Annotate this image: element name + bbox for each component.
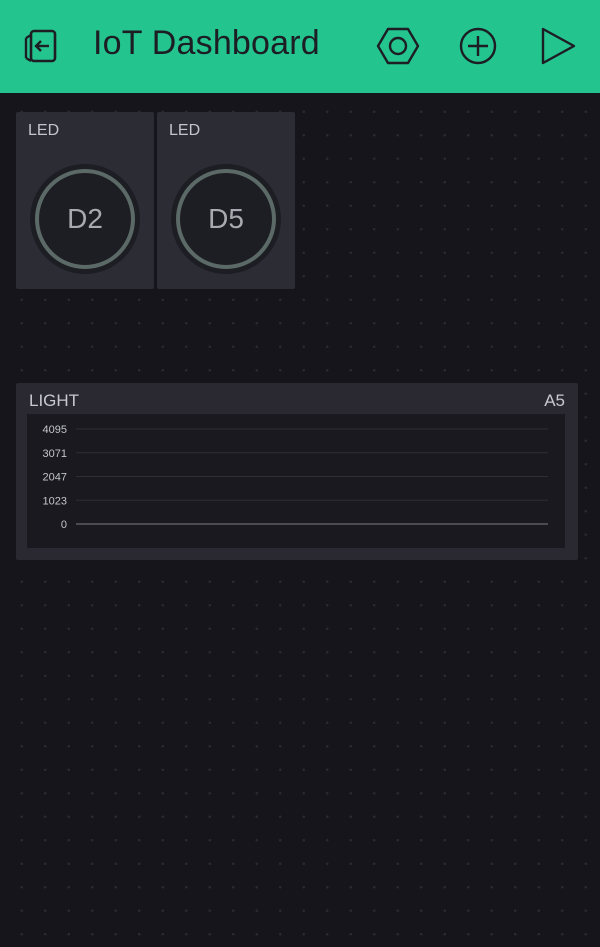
exit-project-icon	[24, 29, 57, 63]
y-tick-label: 3071	[43, 448, 67, 460]
light-chart-widget[interactable]: LIGHT A5 4095 3071 2047 1023 0	[16, 383, 578, 560]
chart-svg: 4095 3071 2047 1023 0	[43, 424, 548, 531]
y-tick-label: 0	[61, 519, 67, 531]
led-widget-d2[interactable]: LED D2	[16, 112, 154, 289]
led-pin-label: D2	[67, 203, 103, 234]
y-tick-label: 1023	[43, 495, 67, 507]
led-indicator: D5	[171, 164, 281, 274]
play-button[interactable]	[536, 24, 580, 68]
project-settings-button[interactable]	[376, 24, 420, 68]
add-widget-icon	[459, 27, 497, 65]
app-header: IoT Dashboard	[0, 0, 600, 93]
led-widget-d5[interactable]: LED D5	[157, 112, 295, 289]
play-icon	[541, 27, 576, 65]
led-label: LED	[28, 122, 60, 139]
page-title: IoT Dashboard	[93, 24, 320, 62]
chart-plot-area: 4095 3071 2047 1023 0	[27, 414, 565, 548]
led-ring: D2	[35, 169, 135, 269]
chart-title: LIGHT	[29, 391, 80, 410]
hexagon-settings-icon	[376, 27, 420, 65]
led-indicator: D2	[30, 164, 140, 274]
led-pin-label: D5	[208, 203, 244, 234]
y-tick-label: 4095	[43, 424, 67, 436]
chart-pin-label: A5	[544, 391, 565, 410]
y-tick-label: 2047	[43, 472, 67, 484]
led-ring: D5	[176, 169, 276, 269]
exit-project-button[interactable]	[20, 24, 64, 68]
add-widget-button[interactable]	[456, 24, 500, 68]
led-label: LED	[169, 122, 201, 139]
